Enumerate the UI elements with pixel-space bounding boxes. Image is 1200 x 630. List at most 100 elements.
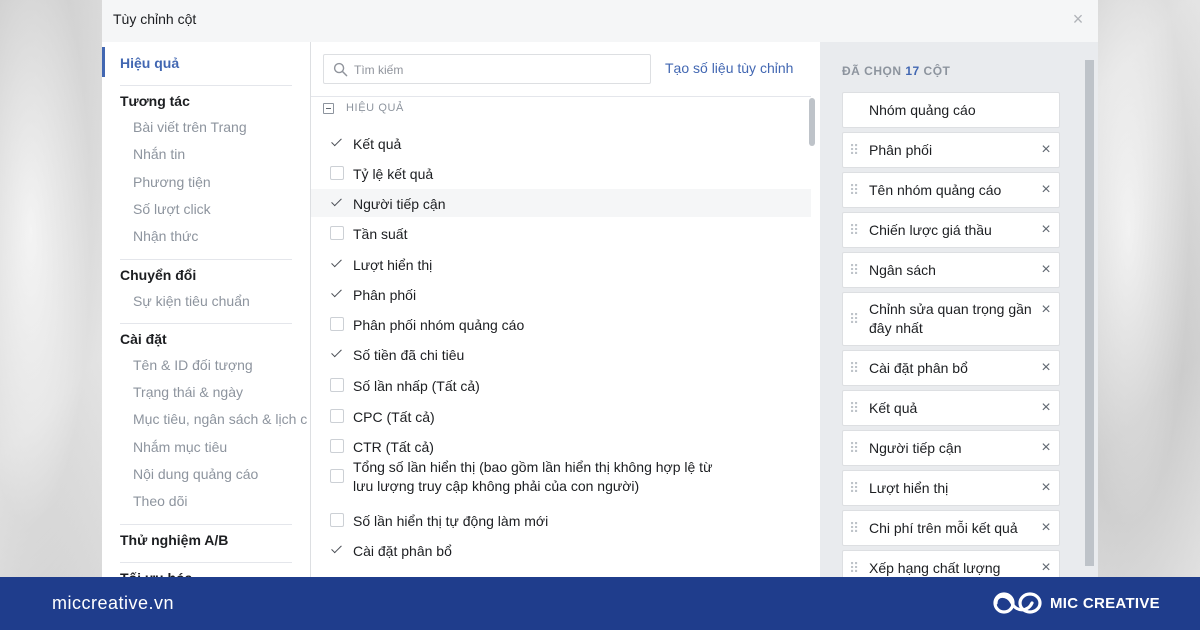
metric-label: Tỷ lệ kết quả (353, 166, 434, 182)
checkbox-checked[interactable] (330, 287, 344, 301)
metric-label: CTR (Tất cả) (353, 439, 434, 455)
nav-section-5[interactable]: Tối ưu hóa (120, 570, 192, 577)
nav-item[interactable]: Nhắn tin (133, 146, 185, 162)
drag-handle-icon[interactable]: ⠿ (849, 311, 861, 327)
selected-column-chip[interactable]: ⠿ Chi phí trên mỗi kết quả × (842, 510, 1060, 546)
drag-handle-icon[interactable]: ⠿ (849, 480, 861, 496)
remove-column-close-icon[interactable]: × (1039, 520, 1053, 536)
search-input[interactable] (354, 61, 644, 79)
remove-column-close-icon[interactable]: × (1039, 400, 1053, 416)
metric-row[interactable]: CPC (Tất cả) (311, 402, 811, 430)
checkbox-checked[interactable] (330, 543, 344, 557)
background-left (0, 0, 102, 577)
selected-column-label: Chi phí trên mỗi kết quả (869, 520, 1018, 536)
drag-handle-icon[interactable]: ⠿ (849, 400, 861, 416)
drag-handle-icon[interactable]: ⠿ (849, 222, 861, 238)
drag-handle-icon[interactable]: ⠿ (849, 142, 861, 158)
nav-item[interactable]: Tên & ID đối tượng (133, 357, 253, 373)
metrics-panel: Tạo số liệu tùy chỉnh HIỆU QUẢ Kết quả Tỷ… (310, 42, 820, 577)
selected-column-chip[interactable]: ⠿ Phân phối × (842, 132, 1060, 168)
drag-handle-icon[interactable]: ⠿ (849, 440, 861, 456)
nav-section-3[interactable]: Cài đặt (120, 331, 167, 347)
selected-column-label: Tên nhóm quảng cáo (869, 182, 1002, 198)
selected-column-chip[interactable]: ⠿ Tên nhóm quảng cáo × (842, 172, 1060, 208)
remove-column-close-icon[interactable]: × (1039, 560, 1053, 576)
metrics-scroll-track[interactable] (807, 96, 815, 576)
nav-section-4[interactable]: Thử nghiệm A/B (120, 532, 228, 548)
nav-item[interactable]: Mục tiêu, ngân sách & lịch c (133, 411, 307, 427)
metric-row[interactable]: Số lần hiển thị tự động làm mới (311, 506, 811, 534)
checkbox[interactable] (330, 469, 344, 483)
checkbox[interactable] (330, 166, 344, 180)
metric-row[interactable]: Kết quả (311, 129, 811, 157)
checkbox-checked[interactable] (330, 347, 344, 361)
nav-item[interactable]: Nhắm mục tiêu (133, 439, 227, 455)
drag-handle-icon[interactable]: ⠿ (849, 182, 861, 198)
metric-row[interactable]: Người tiếp cận (311, 189, 811, 217)
dialog-header: Tùy chỉnh cột × (102, 0, 1098, 42)
metric-row[interactable]: Tần suất (311, 219, 811, 247)
remove-column-close-icon[interactable]: × (1039, 222, 1053, 238)
checkbox[interactable] (330, 513, 344, 527)
remove-column-close-icon[interactable]: × (1039, 302, 1053, 318)
selected-title-suffix: CỘT (923, 64, 951, 78)
remove-column-close-icon[interactable]: × (1039, 142, 1053, 158)
checkbox[interactable] (330, 226, 344, 240)
remove-column-close-icon[interactable]: × (1039, 262, 1053, 278)
nav-section-1[interactable]: Tương tác (120, 93, 190, 109)
selected-column-chip[interactable]: ⠿ Ngân sách × (842, 252, 1060, 288)
nav-item[interactable]: Nội dung quảng cáo (133, 466, 258, 482)
search-box[interactable] (323, 54, 651, 84)
selected-column-chip[interactable]: ⠿ Người tiếp cận × (842, 430, 1060, 466)
metric-row[interactable]: Cài đặt phân bổ (311, 536, 811, 564)
selected-column-chip[interactable]: ⠿ Xếp hạng chất lượng × (842, 550, 1060, 577)
metric-row[interactable]: Số lần nhấp (Tất cả) (311, 371, 811, 399)
selected-column-chip[interactable]: ⠿ Cài đặt phân bổ × (842, 350, 1060, 386)
selected-column-label: Nhóm quảng cáo (869, 102, 976, 118)
remove-column-close-icon[interactable]: × (1039, 360, 1053, 376)
nav-section-2[interactable]: Chuyển đổi (120, 267, 196, 283)
selected-scrollbar[interactable] (1085, 60, 1094, 566)
checkbox-checked[interactable] (330, 257, 344, 271)
create-custom-metric-link[interactable]: Tạo số liệu tùy chỉnh (665, 60, 793, 76)
metric-row[interactable]: Tỷ lệ kết quả (311, 159, 811, 187)
metric-row[interactable]: Tổng số lần hiển thị (bao gồm lần hiển t… (311, 459, 811, 502)
metric-label: Số lần nhấp (Tất cả) (353, 378, 480, 394)
selected-column-fixed: Nhóm quảng cáo (842, 92, 1060, 128)
drag-handle-icon[interactable]: ⠿ (849, 262, 861, 278)
nav-item[interactable]: Theo dõi (133, 493, 187, 509)
checkbox[interactable] (330, 409, 344, 423)
metrics-scrollbar[interactable] (809, 98, 815, 146)
selected-column-chip[interactable]: ⠿ Chỉnh sửa quan trọng gần đây nhất × (842, 292, 1060, 346)
close-icon[interactable]: × (1070, 10, 1086, 28)
metric-row[interactable]: Phân phối (311, 280, 811, 308)
nav-section-0[interactable]: Hiệu quả (120, 55, 179, 71)
nav-item[interactable]: Số lượt click (133, 201, 211, 217)
metric-row[interactable]: Phân phối nhóm quảng cáo (311, 310, 811, 338)
nav-item[interactable]: Nhận thức (133, 228, 198, 244)
nav-item[interactable]: Sự kiện tiêu chuẩn (133, 293, 250, 309)
checkbox[interactable] (330, 439, 344, 453)
metric-row[interactable]: Số tiền đã chi tiêu (311, 340, 811, 368)
checkbox-checked[interactable] (330, 136, 344, 150)
checkbox-checked[interactable] (330, 196, 344, 210)
remove-column-close-icon[interactable]: × (1039, 440, 1053, 456)
metric-row[interactable]: Lượt hiển thị (311, 250, 811, 278)
nav-item[interactable]: Trạng thái & ngày (133, 384, 243, 400)
selected-column-chip[interactable]: ⠿ Chiến lược giá thầu × (842, 212, 1060, 248)
drag-handle-icon[interactable]: ⠿ (849, 360, 861, 376)
metric-label: Phân phối nhóm quảng cáo (353, 317, 525, 333)
checkbox[interactable] (330, 378, 344, 392)
drag-handle-icon[interactable]: ⠿ (849, 520, 861, 536)
selected-column-chip[interactable]: ⠿ Lượt hiển thị × (842, 470, 1060, 506)
nav-item[interactable]: Phương tiện (133, 174, 211, 190)
collapse-icon[interactable] (323, 103, 334, 114)
nav-item[interactable]: Bài viết trên Trang (133, 119, 247, 135)
drag-handle-icon[interactable]: ⠿ (849, 560, 861, 576)
metric-row[interactable]: CTR (Tất cả) (311, 432, 811, 460)
remove-column-close-icon[interactable]: × (1039, 182, 1053, 198)
metrics-section-header[interactable]: HIỆU QUẢ (311, 96, 811, 118)
selected-column-chip[interactable]: ⠿ Kết quả × (842, 390, 1060, 426)
remove-column-close-icon[interactable]: × (1039, 480, 1053, 496)
checkbox[interactable] (330, 317, 344, 331)
